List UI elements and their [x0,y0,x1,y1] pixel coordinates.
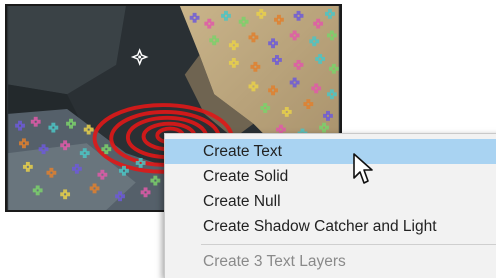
menu-item-create-3-text-layers: Create 3 Text Layers [203,253,346,270]
menu-item-create-solid[interactable]: Create Solid [165,164,496,189]
menu-item-create-shadow-catcher[interactable]: Create Shadow Catcher and Light [165,214,496,239]
menu-item-create-null[interactable]: Create Null [165,189,496,214]
menu-item-create-text[interactable]: Create Text [165,139,496,164]
arrow-cursor-icon [353,153,373,184]
menu-separator [201,244,496,245]
context-menu: Create Text Create Solid Create Null Cre… [164,133,496,278]
